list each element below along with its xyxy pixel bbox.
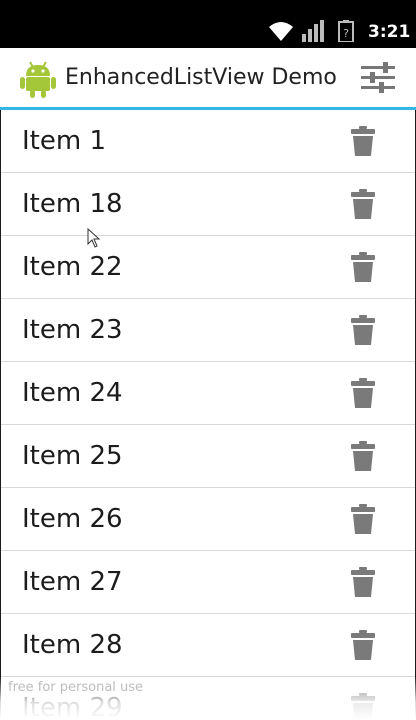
status-time: 3:21: [368, 22, 411, 42]
delete-button[interactable]: [341, 625, 385, 665]
sliders-icon: [361, 62, 395, 93]
delete-button[interactable]: [341, 310, 385, 350]
list-item[interactable]: Item 27: [1, 551, 415, 614]
watermark: free for personal use: [8, 680, 144, 695]
list-item-label: Item 26: [22, 504, 123, 534]
delete-button[interactable]: [341, 247, 385, 287]
android-robot-icon[interactable]: [20, 60, 56, 98]
battery-icon: ?: [338, 20, 354, 42]
list-item-label: Item 23: [22, 315, 123, 345]
list-item[interactable]: Item 25: [1, 425, 415, 488]
delete-button[interactable]: [341, 373, 385, 413]
settings-button[interactable]: [356, 60, 400, 96]
signal-icon: [302, 20, 324, 42]
list-item[interactable]: Item 23: [1, 299, 415, 362]
svg-text:?: ?: [343, 27, 349, 40]
trash-icon: [351, 567, 375, 597]
list-item[interactable]: Item 1: [1, 110, 415, 173]
list-item[interactable]: Item 18: [1, 173, 415, 236]
list-item[interactable]: Item 22: [1, 236, 415, 299]
app-title: EnhancedListView Demo: [65, 65, 337, 90]
list-item-label: Item 1: [22, 126, 106, 156]
trash-icon: [351, 504, 375, 534]
delete-button[interactable]: [341, 562, 385, 602]
delete-button[interactable]: [341, 184, 385, 224]
list-item-label: Item 25: [22, 441, 123, 471]
list-item[interactable]: Item 28: [1, 614, 415, 677]
trash-icon: [351, 630, 375, 660]
wifi-icon: [269, 22, 293, 41]
delete-button[interactable]: [341, 499, 385, 539]
delete-button[interactable]: [341, 121, 385, 161]
trash-icon: [351, 693, 375, 720]
list-item-label: Item 24: [22, 378, 123, 408]
list-item-label: Item 18: [22, 189, 123, 219]
status-bar: ? 3:21: [0, 0, 416, 48]
list-item-label: Item 28: [22, 630, 123, 660]
list-item[interactable]: Item 26: [1, 488, 415, 551]
screen: ? 3:21 EnhancedListView Demo Item 1 Item…: [0, 0, 416, 720]
trash-icon: [351, 378, 375, 408]
trash-icon: [351, 189, 375, 219]
mouse-cursor-icon: [87, 228, 101, 248]
trash-icon: [351, 441, 375, 471]
list-item-label: Item 22: [22, 252, 123, 282]
delete-button[interactable]: [341, 688, 385, 720]
trash-icon: [351, 252, 375, 282]
list-item-label: Item 27: [22, 567, 123, 597]
enhanced-list-view[interactable]: Item 1 Item 18 Item 22 Item 23 Item 24 Item 2…: [0, 110, 416, 720]
list-item[interactable]: Item 24: [1, 362, 415, 425]
trash-icon: [351, 126, 375, 156]
delete-button[interactable]: [341, 436, 385, 476]
trash-icon: [351, 315, 375, 345]
action-bar: EnhancedListView Demo: [0, 48, 416, 110]
